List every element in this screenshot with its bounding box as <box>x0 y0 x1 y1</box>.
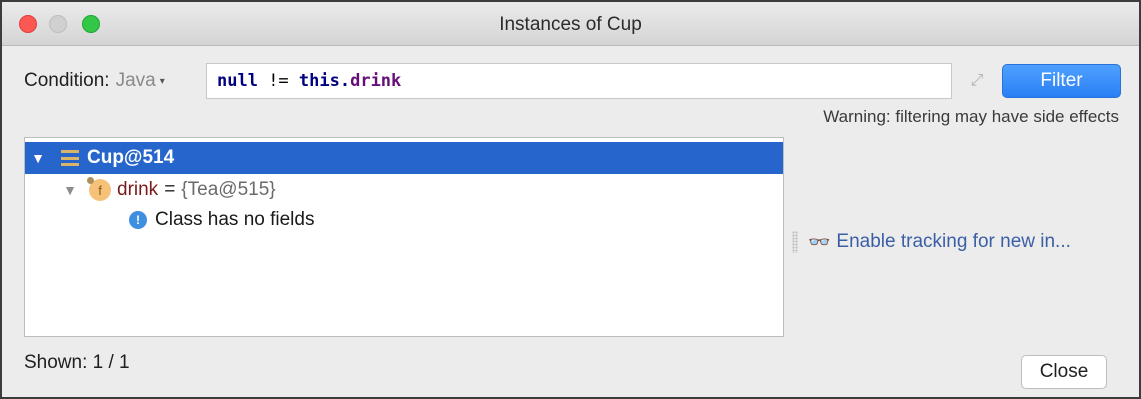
language-selector[interactable]: Java ▾ <box>116 70 165 92</box>
condition-row: Condition: Java ▾ <box>24 64 165 98</box>
field-equals: = <box>164 179 176 200</box>
expr-field-name: drink <box>350 71 402 91</box>
field-icon: f <box>87 177 111 201</box>
field-value: {Tea@515} <box>181 179 276 200</box>
splitter-grip-icon[interactable] <box>792 231 798 253</box>
condition-expression-input[interactable]: null != this.drink <box>206 63 952 99</box>
chevron-down-icon: ▾ <box>159 75 165 87</box>
expanded-arrow-icon[interactable]: ▼ <box>61 182 79 198</box>
filter-warning: Warning: filtering may have side effects <box>823 107 1119 126</box>
window-title: Instances of Cup <box>499 14 642 35</box>
expr-keyword-null: null <box>217 71 258 91</box>
close-button[interactable]: Close <box>1021 355 1107 389</box>
expand-editor-icon[interactable]: ⤢ <box>964 68 990 94</box>
info-icon: ! <box>129 211 147 229</box>
instances-tree[interactable]: ▼ Cup@514 ▼ f drink = {Tea@515} ! Class … <box>24 137 784 337</box>
enable-tracking-link[interactable]: 👓 Enable tracking for new in... <box>792 226 1071 258</box>
expr-keyword-this: this. <box>298 71 351 91</box>
title-bar: Instances of Cup <box>2 2 1139 46</box>
glasses-icon: 👓 <box>808 231 831 252</box>
language-label: Java <box>115 70 156 91</box>
expr-operator: != <box>257 71 299 91</box>
no-fields-message: Class has no fields <box>155 209 315 230</box>
condition-label: Condition: <box>24 70 110 91</box>
tree-row-field[interactable]: ▼ f drink = {Tea@515} <box>25 174 783 206</box>
instance-label: Cup@514 <box>87 147 175 168</box>
shown-count: Shown: 1 / 1 <box>24 352 130 373</box>
instances-dialog: Instances of Cup Condition: Java ▾ null … <box>0 0 1141 399</box>
object-icon <box>61 150 79 166</box>
field-name: drink <box>117 179 159 200</box>
filter-button[interactable]: Filter <box>1002 64 1121 98</box>
tree-row-info: ! Class has no fields <box>25 204 783 236</box>
expanded-arrow-icon[interactable]: ▼ <box>29 150 47 166</box>
tracking-label: Enable tracking for new in... <box>836 231 1071 252</box>
tree-row-root[interactable]: ▼ Cup@514 <box>25 142 783 174</box>
